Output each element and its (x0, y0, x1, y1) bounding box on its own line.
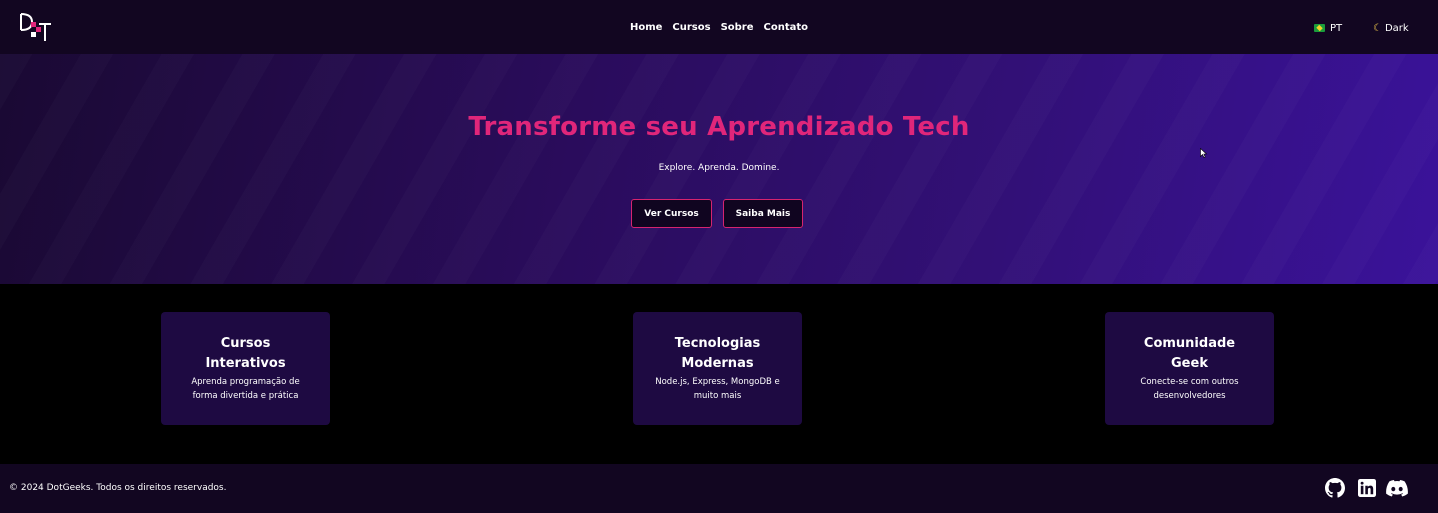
hero-subtitle: Explore. Aprenda. Domine. (658, 163, 780, 173)
site-header: Home Cursos Sobre Contato PT ☾ Dark (0, 0, 1438, 54)
feature-title: Tecnologias Modernas (674, 336, 761, 371)
language-label: PT (1330, 22, 1343, 34)
nav-link-contato[interactable]: Contato (764, 20, 809, 35)
language-selector[interactable]: PT (1314, 20, 1342, 36)
github-icon[interactable] (1325, 478, 1345, 498)
hero-section: Transforme seu Aprendizado Tech Explore.… (0, 54, 1438, 284)
feature-description: Conecte-se com outros desenvolvedores (1140, 377, 1239, 401)
feature-description: Aprenda programação de forma divertida e… (191, 377, 300, 401)
dotgeeks-logo-icon[interactable] (18, 10, 54, 44)
feature-card-cursos-interativos: Cursos Interativos Aprenda programação d… (161, 312, 330, 425)
copyright-text: © 2024 DotGeeks. Todos os direitos reser… (9, 483, 227, 493)
moon-icon: ☾ (1373, 22, 1382, 34)
feature-card-comunidade-geek: Comunidade Geek Conecte-se com outros de… (1105, 312, 1274, 425)
nav-link-sobre[interactable]: Sobre (721, 20, 754, 35)
main-nav: Home Cursos Sobre Contato (0, 0, 1438, 54)
brazil-flag-icon (1314, 24, 1325, 32)
hero-title: Transforme seu Aprendizado Tech (468, 112, 970, 142)
linkedin-icon[interactable] (1357, 478, 1377, 498)
feature-description: Node.js, Express, MongoDB e muito mais (655, 377, 780, 401)
saiba-mais-button[interactable]: Saiba Mais (723, 199, 803, 228)
mouse-cursor-icon (1200, 148, 1208, 158)
feature-title: Comunidade Geek (1143, 336, 1236, 371)
theme-toggle[interactable]: ☾ Dark (1373, 20, 1409, 36)
feature-title: Cursos Interativos (205, 336, 286, 371)
nav-link-home[interactable]: Home (630, 20, 662, 35)
site-footer: © 2024 DotGeeks. Todos os direitos reser… (0, 464, 1438, 513)
theme-label: Dark (1384, 22, 1409, 34)
ver-cursos-button[interactable]: Ver Cursos (631, 199, 712, 228)
discord-icon[interactable] (1386, 478, 1408, 498)
feature-card-tecnologias-modernas: Tecnologias Modernas Node.js, Express, M… (633, 312, 802, 425)
nav-link-cursos[interactable]: Cursos (672, 20, 710, 35)
